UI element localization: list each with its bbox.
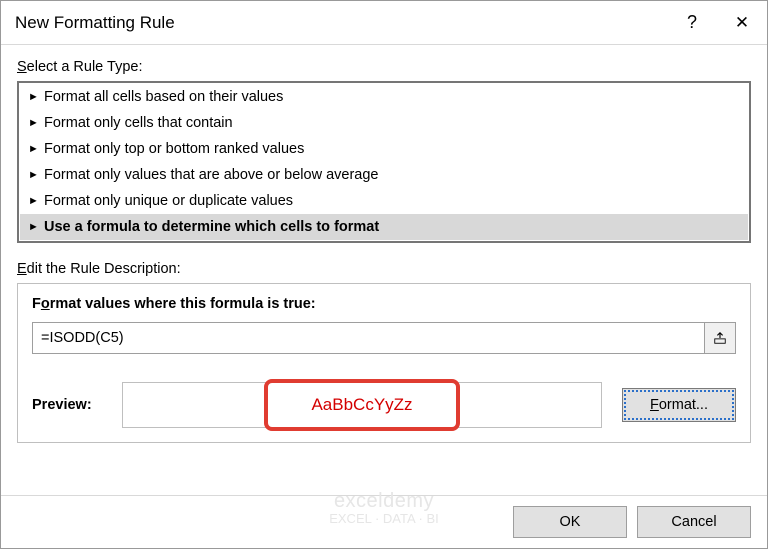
dialog-content: Select a Rule Type: ►Format all cells ba…	[1, 45, 767, 495]
rule-type-item-label: Format only top or bottom ranked values	[44, 141, 304, 157]
bullet-icon: ►	[28, 117, 44, 129]
preview-sample-text: AaBbCcYyZz	[311, 395, 412, 415]
preview-box: AaBbCcYyZz	[122, 382, 602, 428]
preview-label: Preview:	[32, 397, 122, 413]
rule-type-item-label: Format all cells based on their values	[44, 89, 283, 105]
help-button[interactable]: ?	[667, 1, 717, 45]
cancel-button[interactable]: Cancel	[637, 506, 751, 538]
rule-type-list: ►Format all cells based on their values►…	[17, 81, 751, 243]
rule-type-item[interactable]: ►Format only unique or duplicate values	[20, 188, 748, 214]
new-formatting-rule-dialog: New Formatting Rule ? ✕ Select a Rule Ty…	[0, 0, 768, 549]
formula-input[interactable]	[32, 322, 704, 354]
close-button[interactable]: ✕	[717, 1, 767, 45]
rule-type-item[interactable]: ►Format only top or bottom ranked values	[20, 136, 748, 162]
rule-type-item[interactable]: ►Format only cells that contain	[20, 110, 748, 136]
collapse-dialog-button[interactable]	[704, 322, 736, 354]
watermark: exceldemy EXCEL · DATA · BI	[329, 490, 439, 526]
bullet-icon: ►	[28, 91, 44, 103]
select-rule-type-label: Select a Rule Type:	[17, 59, 751, 75]
dialog-title: New Formatting Rule	[15, 13, 667, 33]
rule-type-item-label: Use a formula to determine which cells t…	[44, 219, 379, 235]
preview-box-wrap: AaBbCcYyZz	[122, 382, 610, 428]
rule-description-panel: Format values where this formula is true…	[17, 283, 751, 443]
ok-button[interactable]: OK	[513, 506, 627, 538]
rule-type-item-label: Format only values that are above or bel…	[44, 167, 379, 183]
preview-row: Preview: AaBbCcYyZz Format...	[32, 382, 736, 428]
rule-type-item-label: Format only cells that contain	[44, 115, 233, 131]
format-button[interactable]: Format...	[622, 388, 736, 422]
edit-rule-description-label: Edit the Rule Description:	[17, 261, 751, 277]
formula-label: Format values where this formula is true…	[32, 296, 736, 312]
bullet-icon: ►	[28, 221, 44, 233]
dialog-footer: exceldemy EXCEL · DATA · BI OK Cancel	[1, 495, 767, 548]
rule-type-item[interactable]: ►Format only values that are above or be…	[20, 162, 748, 188]
bullet-icon: ►	[28, 169, 44, 181]
rule-type-item-label: Format only unique or duplicate values	[44, 193, 293, 209]
titlebar: New Formatting Rule ? ✕	[1, 1, 767, 45]
rule-type-item[interactable]: ►Format all cells based on their values	[20, 84, 748, 110]
formula-row	[32, 322, 736, 354]
rule-type-item[interactable]: ►Use a formula to determine which cells …	[20, 214, 748, 240]
bullet-icon: ►	[28, 143, 44, 155]
bullet-icon: ►	[28, 195, 44, 207]
reference-icon	[713, 331, 727, 345]
